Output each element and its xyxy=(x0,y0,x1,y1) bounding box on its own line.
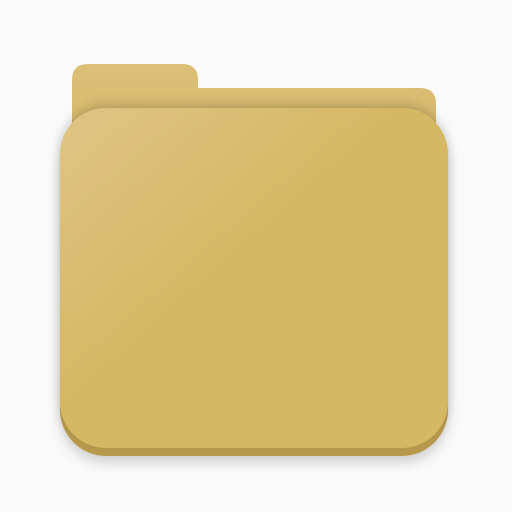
folder-front-panel xyxy=(60,108,448,448)
folder-icon[interactable] xyxy=(0,0,512,512)
icon-canvas xyxy=(0,0,512,512)
